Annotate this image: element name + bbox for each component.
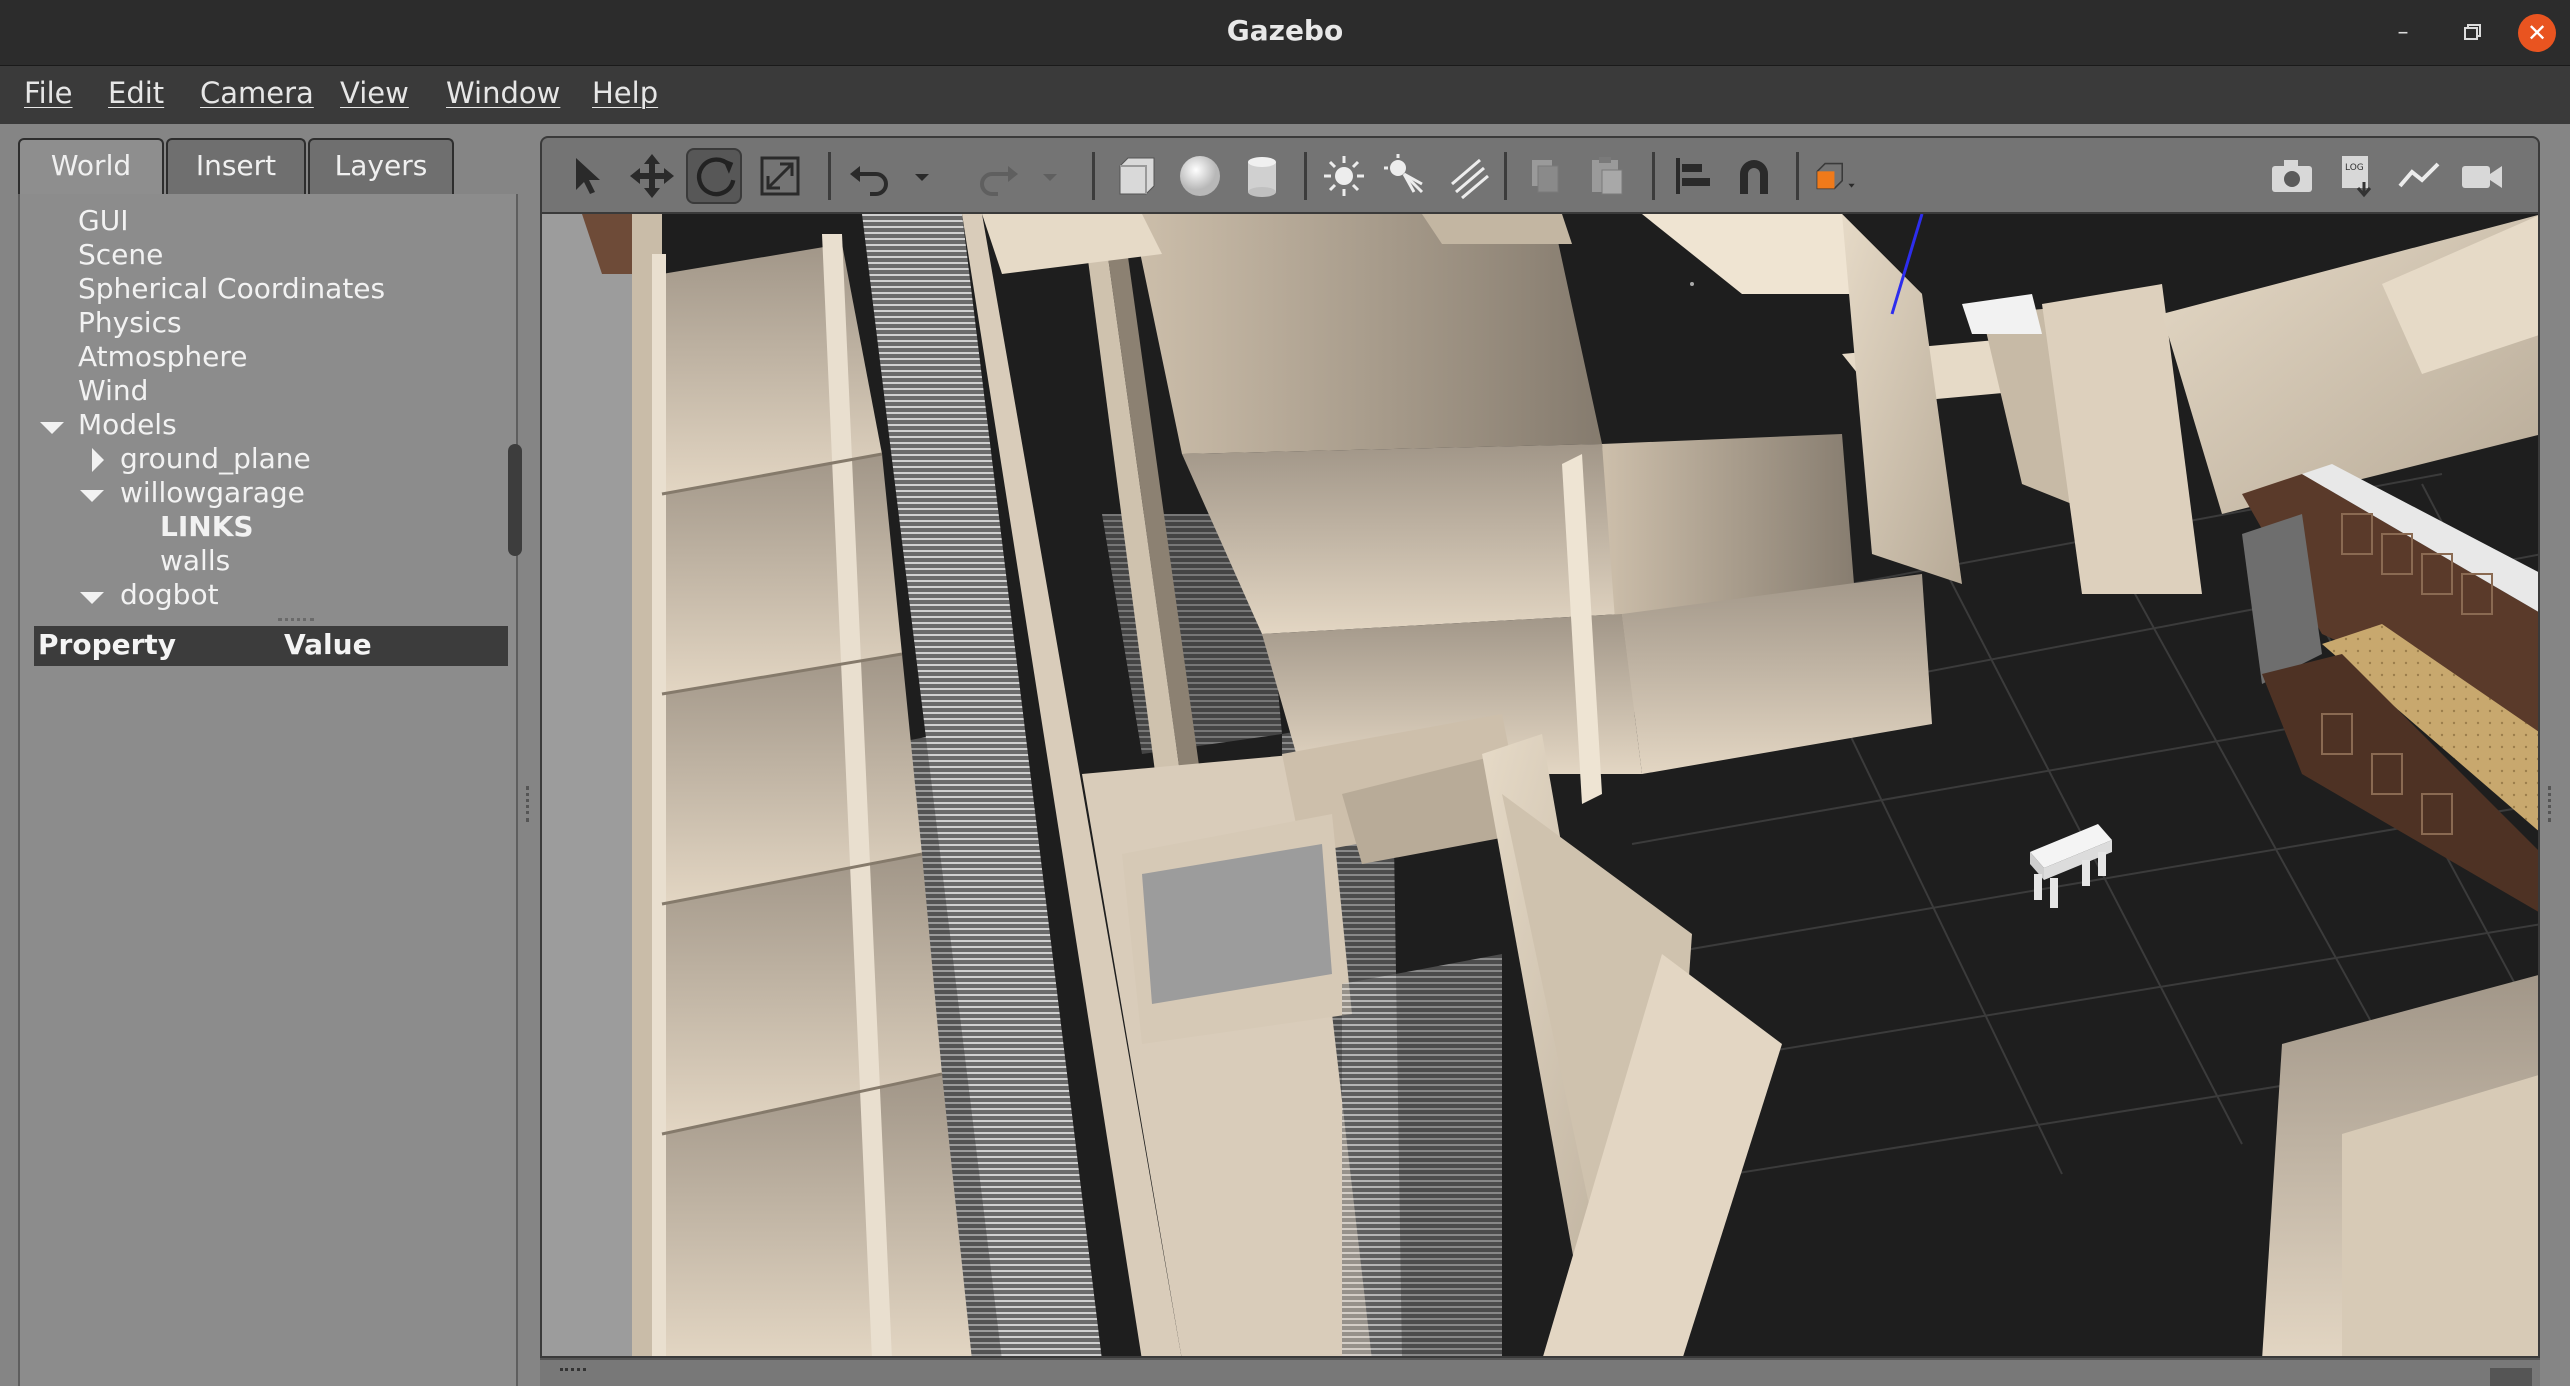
toolbar-separator bbox=[1092, 152, 1095, 200]
tree-item-wind[interactable]: Wind bbox=[78, 374, 148, 407]
tree-item-ground-plane[interactable]: ground_plane bbox=[120, 442, 311, 475]
select-arrow-icon[interactable] bbox=[562, 148, 618, 204]
view-angle-icon[interactable] bbox=[1808, 148, 1880, 204]
toolbar-separator bbox=[828, 152, 831, 200]
status-handle[interactable] bbox=[560, 1368, 586, 1372]
plot-icon[interactable] bbox=[2392, 148, 2448, 204]
snap-magnet-icon[interactable] bbox=[1726, 148, 1782, 204]
log-icon[interactable]: LOG bbox=[2328, 148, 2384, 204]
menu-bar: File Edit Camera View Window Help bbox=[0, 66, 2570, 124]
property-column-header: Property bbox=[38, 628, 177, 661]
tree-item-atmosphere[interactable]: Atmosphere bbox=[78, 340, 248, 373]
window-title: Gazebo bbox=[1226, 14, 1344, 47]
scale-icon[interactable] bbox=[752, 148, 808, 204]
tree-item-walls[interactable]: walls bbox=[160, 544, 230, 577]
expand-dogbot-icon[interactable] bbox=[80, 592, 104, 604]
screenshot-camera-icon[interactable] bbox=[2264, 148, 2320, 204]
tab-world[interactable]: World bbox=[18, 138, 164, 198]
left-splitter-handle[interactable] bbox=[526, 786, 532, 822]
close-button[interactable]: ✕ bbox=[2518, 14, 2556, 52]
svg-text:LOG: LOG bbox=[2345, 163, 2364, 173]
rotate-icon[interactable] bbox=[686, 148, 742, 204]
menu-window[interactable]: Window bbox=[446, 76, 560, 110]
redo-icon[interactable] bbox=[970, 148, 1026, 204]
tree-item-spherical-coordinates[interactable]: Spherical Coordinates bbox=[78, 272, 385, 305]
toolbar-separator bbox=[1504, 152, 1507, 200]
expand-models-icon[interactable] bbox=[40, 422, 64, 434]
box-shape-icon[interactable] bbox=[1108, 148, 1164, 204]
tab-insert[interactable]: Insert bbox=[166, 138, 306, 194]
tree-item-scene[interactable]: Scene bbox=[78, 238, 163, 271]
copy-icon[interactable] bbox=[1516, 148, 1572, 204]
maximize-button[interactable] bbox=[2452, 14, 2490, 52]
tree-item-dogbot[interactable]: dogbot bbox=[120, 578, 219, 611]
spot-light-icon[interactable] bbox=[1378, 148, 1434, 204]
restore-icon bbox=[2464, 24, 2481, 40]
toolbar-separator bbox=[1304, 152, 1307, 200]
tab-layers[interactable]: Layers bbox=[308, 138, 454, 194]
scene-render[interactable] bbox=[542, 214, 2540, 1358]
property-table-header: Property Value bbox=[34, 626, 508, 666]
menu-camera[interactable]: Camera bbox=[200, 76, 314, 110]
point-light-icon[interactable] bbox=[1316, 148, 1372, 204]
tree-item-willowgarage[interactable]: willowgarage bbox=[120, 476, 305, 509]
video-record-icon[interactable] bbox=[2454, 148, 2510, 204]
undo-dropdown-icon[interactable] bbox=[894, 148, 929, 204]
paste-icon[interactable] bbox=[1578, 148, 1634, 204]
minimize-button[interactable]: – bbox=[2384, 14, 2422, 52]
value-column-header: Value bbox=[284, 628, 372, 661]
expand-willowgarage-icon[interactable] bbox=[80, 490, 104, 502]
tree-item-models[interactable]: Models bbox=[78, 408, 177, 441]
translate-icon[interactable] bbox=[624, 148, 680, 204]
toolbar: LOG bbox=[540, 136, 2540, 212]
align-icon[interactable] bbox=[1664, 148, 1720, 204]
menu-view[interactable]: View bbox=[340, 76, 409, 110]
gazebo-window: Gazebo – ✕ File Edit Camera View Window … bbox=[0, 0, 2570, 1386]
redo-dropdown-icon[interactable] bbox=[1022, 148, 1057, 204]
world-panel: GUI Scene Spherical Coordinates Physics … bbox=[18, 194, 522, 1386]
world-tree: GUI Scene Spherical Coordinates Physics … bbox=[20, 204, 516, 636]
sphere-shape-icon[interactable] bbox=[1172, 148, 1228, 204]
panel-splitter-handle[interactable] bbox=[278, 618, 314, 622]
menu-edit[interactable]: Edit bbox=[108, 76, 164, 110]
toolbar-separator bbox=[1796, 152, 1799, 200]
status-corner-widget bbox=[2490, 1368, 2532, 1386]
cylinder-shape-icon[interactable] bbox=[1234, 148, 1290, 204]
collapse-ground-plane-icon[interactable] bbox=[92, 448, 104, 472]
directional-light-icon[interactable] bbox=[1440, 148, 1496, 204]
tree-item-links[interactable]: LINKS bbox=[160, 510, 254, 543]
tree-scrollbar[interactable] bbox=[508, 444, 522, 556]
tree-item-physics[interactable]: Physics bbox=[78, 306, 182, 339]
title-bar: Gazebo – ✕ bbox=[0, 0, 2570, 66]
right-splitter-handle[interactable] bbox=[2548, 786, 2554, 822]
tree-item-gui[interactable]: GUI bbox=[78, 204, 128, 237]
scene-viewport[interactable] bbox=[540, 212, 2540, 1358]
bottom-status-bar bbox=[540, 1358, 2540, 1386]
menu-file[interactable]: File bbox=[24, 76, 73, 110]
toolbar-separator bbox=[1652, 152, 1655, 200]
menu-help[interactable]: Help bbox=[592, 76, 658, 110]
undo-icon[interactable] bbox=[842, 148, 898, 204]
